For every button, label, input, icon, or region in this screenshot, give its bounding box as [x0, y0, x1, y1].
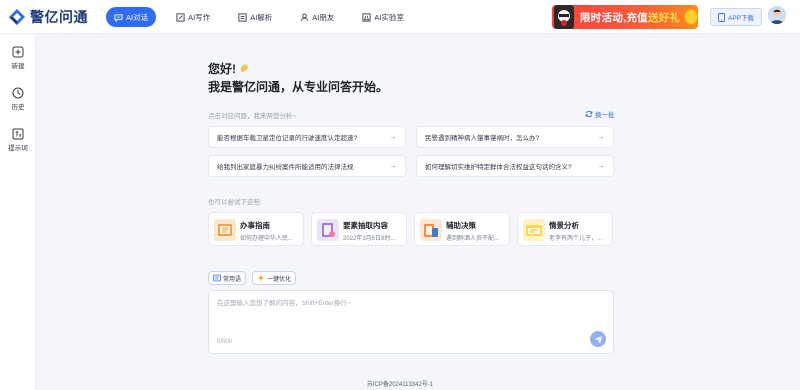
feature-subtitle: 2022年3月5日8时... [343, 236, 396, 242]
feature-subtitle: 老李有两个儿子，... [549, 236, 603, 242]
chip-label: 常用语 [223, 276, 242, 283]
question-text: 给我列出家庭暴力纠纷案件所能适用的法律法规 [217, 164, 354, 171]
feature-title: 办事指南 [240, 221, 270, 230]
gift-coin-icon [684, 9, 698, 25]
chat-bubble-icon [114, 13, 123, 22]
scenario-icon [523, 219, 545, 241]
common-phrases-button[interactable]: 常用语 [208, 271, 247, 285]
question-card[interactable]: 给我列出家庭暴力纠纷案件所能适用的法律法规 → [208, 155, 406, 177]
nav-label: AI对话 [126, 12, 149, 22]
new-chat-icon [12, 45, 24, 58]
sidebar-item-prompts[interactable]: 提示词 [0, 127, 36, 152]
nav-ai-writing[interactable]: AI写作 [168, 7, 218, 27]
nav-ai-analysis[interactable]: AI解析 [230, 7, 280, 27]
feature-title: 要素抽取内容 [343, 221, 388, 230]
question-card[interactable]: 民警遇到精神病人肇事肇祸时，怎么办? → [416, 126, 614, 148]
app-download-button[interactable]: APP下载 [710, 8, 762, 26]
refresh-button[interactable]: 换一批 [585, 109, 615, 119]
chat-input[interactable] [217, 297, 597, 327]
arrow-right-icon: → [389, 161, 397, 170]
logo[interactable]: 警亿问通 [8, 8, 88, 26]
pen-icon [176, 12, 185, 22]
question-text: 民警遇到精神病人肇事肇祸时，怎么办? [425, 135, 540, 142]
sidebar-item-history[interactable]: 历史 [0, 86, 36, 111]
question-text: 如何理解切实维护特定群体合法权益这句话的含义? [425, 164, 572, 171]
nav-ai-friend[interactable]: AI朋友 [292, 7, 342, 27]
arrow-right-icon: → [597, 161, 605, 170]
chat-input-box: 0/500 [208, 290, 614, 354]
sidebar-item-label: 提示词 [8, 145, 28, 152]
promo-text-main: 限时活动,充值 [579, 11, 648, 24]
sidebar-item-label: 新建 [11, 63, 25, 70]
feature-title: 情景分析 [549, 221, 579, 230]
sidebar-item-label: 历史 [11, 104, 25, 111]
user-avatar[interactable] [768, 6, 786, 24]
promo-character-icon [554, 5, 574, 29]
promo-text-highlight: 送好礼 [647, 11, 681, 24]
icp-footer[interactable]: 苏ICP备2024113342号-1 [0, 379, 800, 388]
one-click-optimize-button[interactable]: 一键优化 [252, 271, 297, 285]
feature-subtitle: 如何办理中华人民... [240, 236, 294, 242]
question-card[interactable]: 能否根据车载卫星定位记录的行驶速度认定超速? → [208, 126, 406, 148]
arrow-right-icon: → [389, 132, 397, 141]
logo-text: 警亿问通 [30, 9, 88, 25]
document-icon [238, 12, 247, 22]
sidebar-item-new[interactable]: 新建 [0, 45, 36, 70]
feature-card-extract[interactable]: 要素抽取内容 2022年3月5日8时... [311, 212, 407, 246]
feature-title: 辅助决策 [446, 221, 476, 230]
char-counter: 0/500 [217, 339, 233, 345]
greeting-subtitle: 我是警亿问通，从专业问答开始。 [208, 80, 389, 94]
chip-label: 一键优化 [267, 276, 292, 283]
extract-doc-icon [317, 219, 339, 241]
promo-banner[interactable]: 限时活动,充值送好礼 [552, 5, 698, 29]
question-card[interactable]: 如何理解切实维护特定群体合法权益这句话的含义? → [416, 155, 614, 177]
decision-icon [420, 219, 442, 241]
logo-icon [8, 8, 26, 26]
nav-label: AI朋友 [312, 12, 335, 22]
prompt-icon [12, 127, 24, 140]
phrase-icon [213, 274, 221, 282]
nav-label: AI解析 [250, 12, 273, 22]
nav-ai-chat[interactable]: AI对话 [106, 7, 157, 27]
send-icon [594, 334, 603, 344]
arrow-right-icon: → [597, 132, 605, 141]
try-label: 也可以尝试下这些: [208, 199, 262, 206]
app-download-label: APP下载 [727, 15, 754, 22]
refresh-icon [585, 110, 593, 118]
guide-book-icon [214, 219, 236, 241]
left-sidebar: 新建 历史 提示词 [0, 35, 36, 390]
promo-text: 限时活动,充值送好礼 [580, 10, 680, 25]
refresh-label: 换一批 [595, 112, 615, 119]
greeting-title: 您好! [208, 60, 250, 77]
users-icon [300, 13, 309, 22]
send-button[interactable] [590, 331, 606, 347]
top-header: 警亿问通 AI对话 AI写作 AI解析 AI朋友 AI实验室 限时活动,充值送好… [0, 0, 800, 34]
feature-card-decision[interactable]: 辅助决策 遇到醉酒人员不配... [414, 212, 510, 246]
lab-icon [362, 12, 371, 22]
question-hint: 点击对应问题，我来帮您分析~ [208, 113, 297, 120]
feature-card-guide[interactable]: 办事指南 如何办理中华人民... [208, 212, 304, 246]
nav-label: AI写作 [188, 12, 211, 22]
feature-subtitle: 遇到醉酒人员不配... [446, 236, 500, 242]
phone-icon [718, 12, 725, 22]
nav-label: AI实验室 [374, 12, 404, 22]
nav-ai-lab[interactable]: AI实验室 [354, 7, 412, 27]
feature-card-scenario[interactable]: 情景分析 老李有两个儿子，... [517, 212, 613, 246]
greeting-hello: 您好! [208, 62, 236, 76]
main-nav: AI对话 AI写作 AI解析 AI朋友 AI实验室 [106, 7, 424, 27]
history-icon [12, 86, 24, 99]
waving-hand-icon [239, 63, 250, 74]
sparkle-icon [257, 274, 265, 282]
question-text: 能否根据车载卫星定位记录的行驶速度认定超速? [217, 135, 358, 142]
